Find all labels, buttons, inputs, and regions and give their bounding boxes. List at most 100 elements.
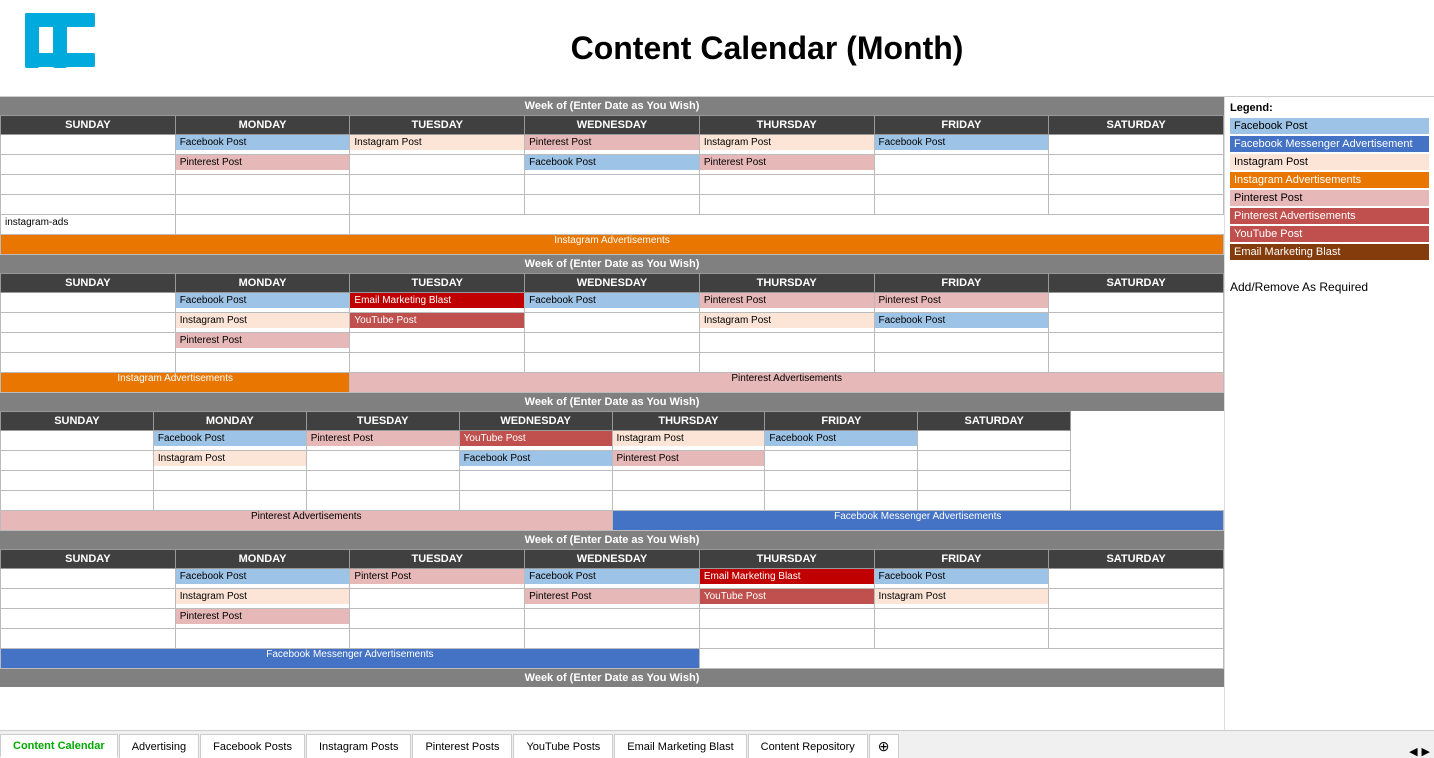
table-cell[interactable]: Facebook Post [874, 135, 1049, 155]
table-cell[interactable] [918, 491, 1071, 511]
tab-content-calendar[interactable]: Content Calendar [0, 734, 118, 758]
table-cell[interactable] [1, 135, 176, 155]
table-cell[interactable] [1049, 333, 1224, 353]
table-cell[interactable]: Pinterest Post [525, 135, 700, 155]
table-cell[interactable] [525, 629, 700, 649]
table-cell[interactable] [459, 491, 612, 511]
tab-content-repository[interactable]: Content Repository [748, 734, 868, 758]
table-cell[interactable] [699, 333, 874, 353]
table-cell[interactable] [306, 451, 459, 471]
tab-nav-next[interactable]: ▶ [1422, 745, 1430, 758]
table-cell[interactable]: YouTube Post [350, 313, 525, 333]
table-cell[interactable] [874, 609, 1049, 629]
table-cell[interactable] [1, 431, 154, 451]
table-cell[interactable] [350, 195, 525, 215]
table-cell[interactable]: YouTube Post [459, 431, 612, 451]
table-cell[interactable]: Instagram Post [874, 589, 1049, 609]
table-cell[interactable] [918, 471, 1071, 491]
table-cell[interactable]: Instagram Post [350, 135, 525, 155]
table-cell[interactable] [1049, 629, 1224, 649]
table-cell[interactable] [1, 175, 176, 195]
table-cell[interactable] [1049, 313, 1224, 333]
table-cell[interactable] [1049, 589, 1224, 609]
table-cell[interactable] [874, 195, 1049, 215]
table-cell[interactable] [765, 451, 918, 471]
table-cell[interactable] [525, 333, 700, 353]
tab-instagram-posts[interactable]: Instagram Posts [306, 734, 411, 758]
table-cell[interactable] [874, 175, 1049, 195]
table-cell[interactable]: Pinterest Post [175, 155, 350, 175]
table-cell[interactable]: Pinterst Post [350, 569, 525, 589]
table-cell[interactable]: Pinterest Post [175, 333, 350, 353]
tab-advertising[interactable]: Advertising [119, 734, 199, 758]
table-cell[interactable] [350, 333, 525, 353]
table-cell[interactable]: Facebook Post [175, 569, 350, 589]
table-cell[interactable] [918, 451, 1071, 471]
table-cell[interactable]: instagram-ads [1, 215, 176, 235]
table-cell[interactable]: Pinterest Post [699, 293, 874, 313]
table-cell[interactable]: Email Marketing Blast [699, 569, 874, 589]
week-header[interactable]: Week of (Enter Date as You Wish) [0, 97, 1224, 115]
table-cell[interactable]: Pinterest Post [306, 431, 459, 451]
table-cell[interactable]: Facebook Post [874, 569, 1049, 589]
ads-cell[interactable]: Pinterest Advertisements [350, 373, 1224, 393]
table-cell[interactable]: Instagram Post [153, 451, 306, 471]
table-cell[interactable] [1049, 155, 1224, 175]
table-cell[interactable]: Facebook Post [175, 293, 350, 313]
table-cell[interactable] [1, 195, 176, 215]
table-cell[interactable] [1049, 135, 1224, 155]
tab-email-marketing-blast[interactable]: Email Marketing Blast [614, 734, 746, 758]
table-cell[interactable] [525, 313, 700, 333]
table-cell[interactable] [874, 155, 1049, 175]
table-cell[interactable] [350, 629, 525, 649]
table-cell[interactable]: Instagram Post [699, 313, 874, 333]
table-cell[interactable] [525, 609, 700, 629]
table-cell[interactable] [918, 431, 1071, 451]
tab-facebook-posts[interactable]: Facebook Posts [200, 734, 305, 758]
table-cell[interactable] [350, 353, 525, 373]
table-cell[interactable] [1, 569, 176, 589]
week-header[interactable]: Week of (Enter Date as You Wish) [0, 531, 1224, 549]
table-cell[interactable] [350, 175, 525, 195]
table-cell[interactable] [612, 491, 765, 511]
week-header-final[interactable]: Week of (Enter Date as You Wish) [0, 669, 1224, 687]
table-cell[interactable] [1049, 195, 1224, 215]
table-cell[interactable] [1, 293, 176, 313]
table-cell[interactable]: Facebook Post [175, 135, 350, 155]
table-cell[interactable]: Facebook Post [874, 313, 1049, 333]
table-cell[interactable] [306, 491, 459, 511]
table-cell[interactable]: Instagram Post [612, 431, 765, 451]
table-cell[interactable] [1, 451, 154, 471]
tab-pinterest-posts[interactable]: Pinterest Posts [412, 734, 512, 758]
table-cell[interactable] [1049, 293, 1224, 313]
table-cell[interactable] [1, 491, 154, 511]
table-cell[interactable]: YouTube Post [699, 589, 874, 609]
table-cell[interactable] [874, 333, 1049, 353]
ads-cell[interactable]: Facebook Messenger Advertisements [1, 649, 700, 669]
table-cell[interactable] [874, 353, 1049, 373]
table-cell[interactable] [1, 353, 176, 373]
ads-cell[interactable]: Pinterest Advertisements [1, 511, 613, 531]
table-cell[interactable] [699, 175, 874, 195]
table-cell[interactable] [765, 491, 918, 511]
table-cell[interactable]: Instagram Post [175, 589, 350, 609]
table-cell[interactable] [1, 589, 176, 609]
table-cell[interactable]: Email Marketing Blast [350, 293, 525, 313]
week-header[interactable]: Week of (Enter Date as You Wish) [0, 255, 1224, 273]
ads-cell[interactable]: Facebook Messenger Advertisements [612, 511, 1224, 531]
table-cell[interactable] [350, 155, 525, 175]
table-cell[interactable] [350, 589, 525, 609]
table-cell[interactable]: Facebook Post [153, 431, 306, 451]
table-cell[interactable] [765, 471, 918, 491]
table-cell[interactable] [1049, 569, 1224, 589]
table-cell[interactable]: Pinterest Post [525, 589, 700, 609]
table-cell[interactable] [525, 353, 700, 373]
ads-cell[interactable]: Instagram Advertisements [1, 235, 1224, 255]
table-cell[interactable]: Facebook Post [525, 155, 700, 175]
table-cell[interactable]: Instagram Post [175, 313, 350, 333]
table-cell[interactable] [1, 313, 176, 333]
table-cell[interactable] [175, 175, 350, 195]
table-cell[interactable] [1049, 353, 1224, 373]
table-cell[interactable]: Facebook Post [765, 431, 918, 451]
table-cell[interactable] [1049, 609, 1224, 629]
